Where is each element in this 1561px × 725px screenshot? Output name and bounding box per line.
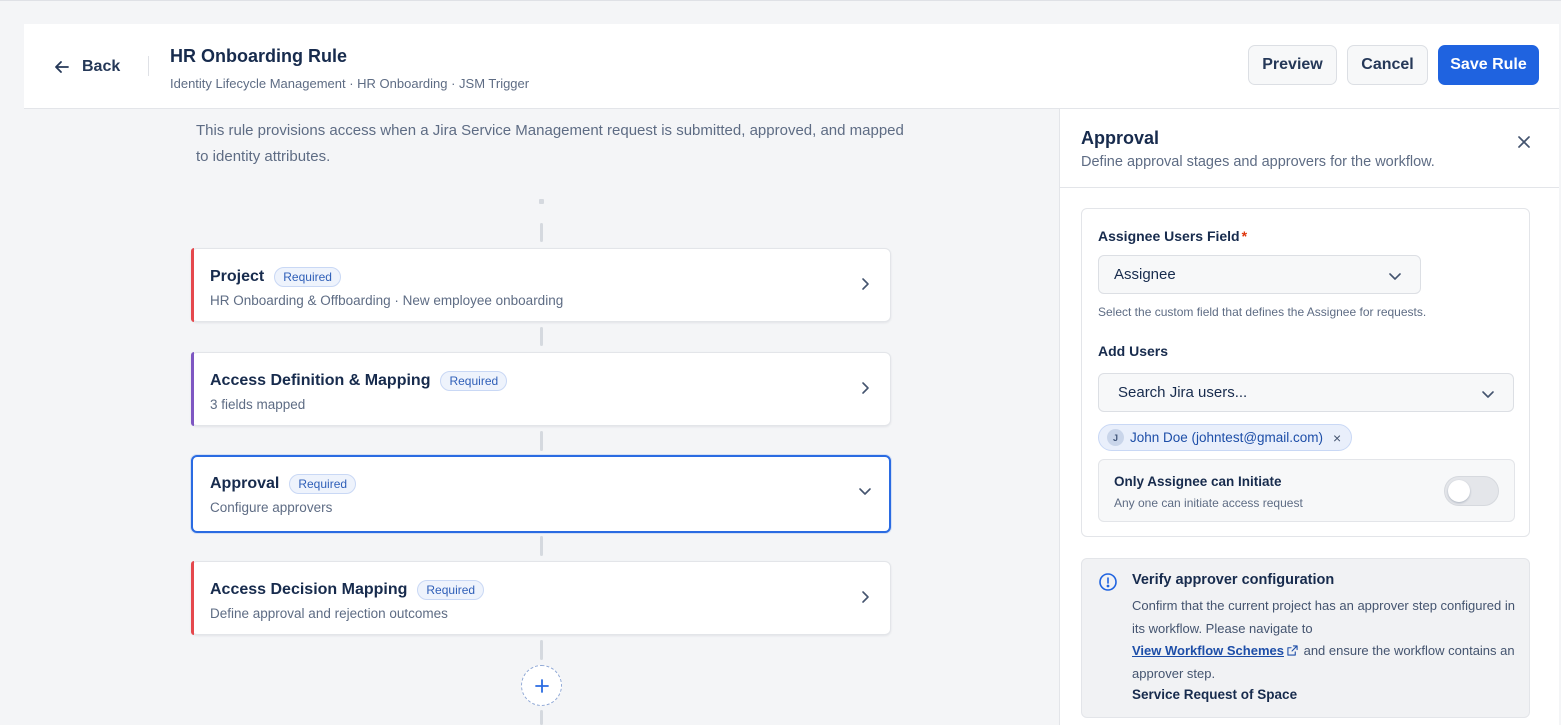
step-accent (191, 352, 194, 426)
assignee-field-value: Assignee (1114, 266, 1176, 283)
avatar: J (1107, 429, 1124, 446)
step-subtitle: 3 fields mapped (210, 397, 306, 412)
step-title: Access Decision Mapping (210, 581, 408, 598)
verify-approver-notice: Verify approver configuration Confirm th… (1081, 558, 1530, 718)
step-accent (191, 561, 194, 635)
user-search-placeholder: Search Jira users... (1118, 384, 1248, 401)
flow-connector (540, 223, 543, 242)
flow-start-dot (539, 199, 544, 204)
required-badge: Required (274, 267, 341, 287)
assignee-initiate-row: Only Assignee can Initiate Any one can i… (1098, 459, 1515, 522)
assignee-field-label: Assignee Users Field * (1098, 228, 1247, 244)
notice-footer: Service Request of Space (1132, 687, 1298, 702)
panel-divider (1060, 187, 1559, 188)
required-asterisk: * (1241, 228, 1248, 244)
flow-connector (540, 640, 543, 660)
back-button[interactable]: Back (52, 54, 120, 80)
step-title: Access Definition & Mapping (210, 372, 431, 389)
chevron-down-icon (1389, 273, 1401, 280)
assignee-field-select[interactable]: Assignee (1098, 255, 1421, 294)
remove-user-icon[interactable]: × (1333, 430, 1341, 446)
page-title: HR Onboarding Rule (170, 46, 347, 66)
notice-text-before: Confirm that the current project has an … (1132, 598, 1515, 636)
flow-connector (540, 710, 543, 725)
step-title: Project (210, 268, 265, 285)
top-border (0, 0, 1561, 1)
toggle-label: Only Assignee can Initiate (1114, 474, 1282, 489)
panel-title: Approval (1081, 128, 1160, 148)
step-card-access-decision[interactable]: Access Decision Mapping Required Define … (191, 561, 891, 635)
close-icon[interactable] (1515, 133, 1533, 151)
flow-connector (540, 431, 543, 451)
header-divider (148, 56, 149, 76)
required-badge: Required (440, 371, 508, 391)
notice-body: Confirm that the current project has an … (1132, 595, 1520, 685)
add-step-button[interactable] (521, 665, 562, 706)
step-card-approval[interactable]: Approval Required Configure approvers (191, 455, 891, 533)
chevron-down-icon (1482, 391, 1494, 398)
step-card-access-definition[interactable]: Access Definition & Mapping Required 3 f… (191, 352, 891, 426)
rule-description: This rule provisions access when a Jira … (196, 122, 904, 165)
user-chip-label: John Doe (johntest@gmail.com) (1130, 430, 1324, 445)
back-label: Back (82, 58, 121, 75)
step-subtitle: Define approval and rejection outcomes (210, 606, 448, 621)
flow-connector (540, 327, 543, 346)
chevron-down-icon (859, 488, 871, 495)
step-title: Approval (210, 475, 280, 492)
step-subtitle: Configure approvers (210, 500, 333, 515)
assignee-initiate-toggle[interactable] (1444, 476, 1499, 506)
notice-title: Verify approver configuration (1132, 572, 1335, 588)
assignee-field-help: Select the custom field that defines the… (1098, 305, 1427, 319)
required-badge: Required (289, 474, 357, 494)
page-header: Back HR Onboarding Rule Identity Lifecyc… (24, 24, 1559, 109)
external-link-icon (1287, 645, 1298, 656)
approver-settings-card: Assignee Users Field * Assignee Select th… (1081, 208, 1530, 537)
step-config-panel: Approval Define approval stages and appr… (1059, 109, 1559, 725)
toggle-knob (1448, 480, 1470, 502)
step-card-project[interactable]: Project Required HR Onboarding & Offboar… (191, 248, 891, 322)
breadcrumb: Identity Lifecycle Management · HR Onboa… (170, 76, 530, 91)
required-badge: Required (417, 580, 485, 600)
toggle-description: Any one can initiate access request (1114, 496, 1303, 510)
workflow-schemes-link[interactable]: View Workflow Schemes (1132, 643, 1284, 658)
add-users-label: Add Users (1098, 343, 1169, 359)
assignee-field-label-text: Assignee Users Field (1098, 228, 1240, 244)
plus-icon (534, 678, 549, 693)
save-rule-button[interactable]: Save Rule (1438, 45, 1539, 85)
chevron-right-icon (862, 591, 869, 603)
flow-connector (540, 536, 543, 556)
user-search-input[interactable]: Search Jira users... (1098, 373, 1514, 412)
chevron-right-icon (862, 382, 869, 394)
user-chip: J John Doe (johntest@gmail.com) × (1098, 424, 1353, 451)
step-subtitle: HR Onboarding & Offboarding · New employ… (210, 293, 564, 308)
rule-editor: Back HR Onboarding Rule Identity Lifecyc… (24, 24, 1559, 725)
cancel-button[interactable]: Cancel (1347, 45, 1428, 85)
preview-button[interactable]: Preview (1248, 45, 1337, 85)
arrow-left-icon (55, 61, 69, 73)
step-accent (191, 248, 194, 322)
chevron-right-icon (862, 278, 869, 290)
panel-subtitle: Define approval stages and approvers for… (1081, 154, 1435, 170)
info-icon (1099, 573, 1117, 591)
